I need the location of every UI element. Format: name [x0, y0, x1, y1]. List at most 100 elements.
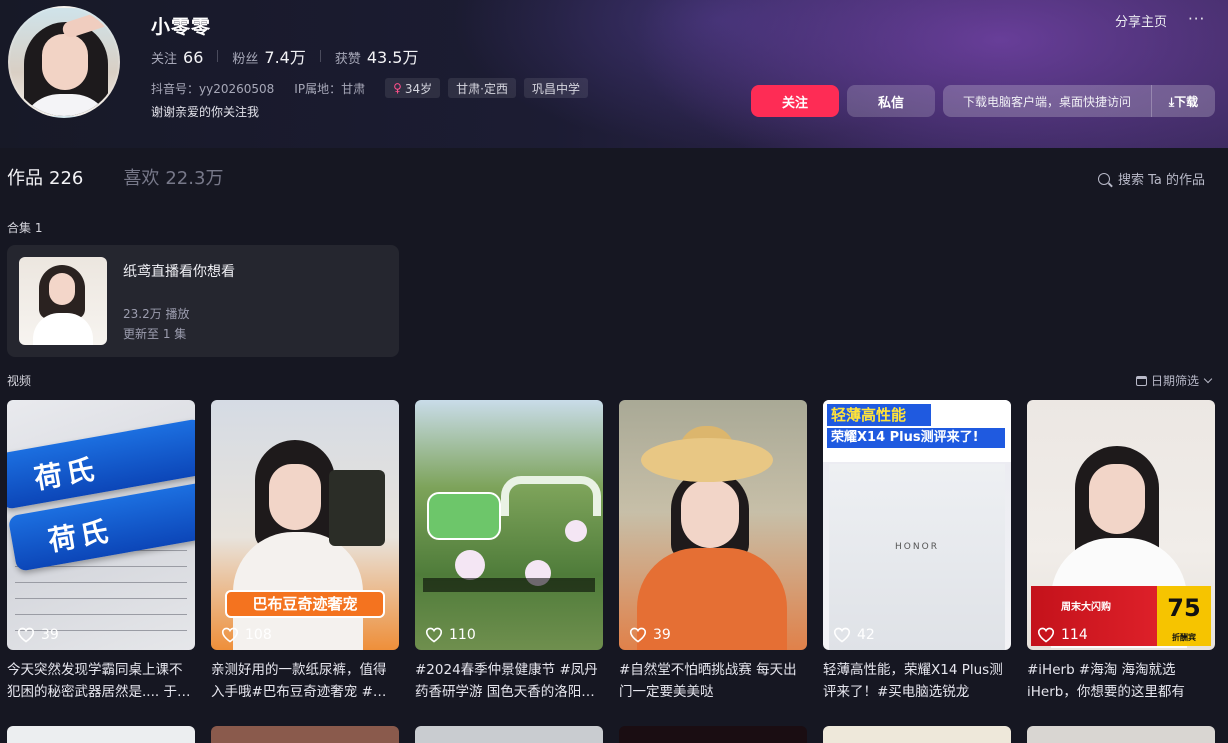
like-count: 39	[629, 627, 671, 643]
video-thumbnail[interactable]	[1027, 726, 1215, 743]
collection-card[interactable]: 纸鸢直播看你想看 23.2万 播放 更新至 1 集	[7, 245, 399, 357]
like-count: 39	[17, 627, 59, 643]
stat-label: 获赞	[334, 52, 361, 67]
divider	[217, 50, 219, 62]
video-thumbnail[interactable]: 轻薄高性能 荣耀X14 Plus测评来了! HONOR 42	[823, 400, 1011, 650]
video-title[interactable]: 亲测好用的一款纸尿裤，值得入手哦#巴布豆奇迹奢宠 #纸尿裤	[211, 659, 399, 703]
thumb-text: 荷氏	[45, 514, 115, 558]
video-title[interactable]: #iHerb #海淘 海淘就选iHerb，你想要的这里都有	[1027, 659, 1215, 703]
date-filter-dropdown[interactable]: 日期筛选	[1136, 372, 1213, 389]
download-button[interactable]: ⤓下载	[1151, 85, 1215, 117]
chevron-down-icon	[1203, 374, 1213, 384]
thumb-text: 荷氏	[31, 452, 101, 496]
search-works-button[interactable]: 搜索 Ta 的作品	[1098, 169, 1205, 188]
tab-count: 22.3万	[165, 168, 224, 189]
stat-followers[interactable]: 粉丝 7.4万	[232, 44, 305, 68]
video-title[interactable]: #2024春季仲景健康节 #凤丹药香研学游 国色天香的洛阳牡丹	[415, 659, 603, 703]
video-title[interactable]: 今天突然发现学霸同桌上课不犯困的秘密武器居然是.... 于是我也买了	[7, 659, 195, 703]
calendar-icon	[1136, 375, 1147, 386]
video-thumbnail[interactable]: 荷氏 荷氏 39	[7, 400, 195, 650]
ip-location: IP属地：甘肃	[294, 81, 366, 96]
tag-region: 甘肃·定西	[448, 78, 516, 98]
video-thumbnail[interactable]: 110	[415, 400, 603, 650]
stat-value: 66	[183, 48, 204, 67]
video-card[interactable]: 周末大闪购 75 折酬宾 114 #iHerb #海淘 海淘就选iHerb，你想要…	[1027, 400, 1215, 703]
stat-likes: 获赞 43.5万	[335, 44, 419, 68]
tag-age-label: 34岁	[404, 81, 433, 96]
tab-likes[interactable]: 喜欢 22.3万	[123, 164, 223, 190]
video-thumbnail[interactable]	[619, 726, 807, 743]
video-thumbnail[interactable]	[415, 726, 603, 743]
video-card[interactable]: 巴布豆奇迹奢宠 108 亲测好用的一款纸尿裤，值得入手哦#巴布豆奇迹奢宠 #纸尿…	[211, 400, 399, 703]
video-thumbnail[interactable]	[823, 726, 1011, 743]
tab-works[interactable]: 作品 226	[7, 164, 83, 190]
video-thumbnail[interactable]	[211, 726, 399, 743]
stat-value: 43.5万	[366, 48, 419, 67]
date-filter-label: 日期筛选	[1151, 374, 1200, 388]
collection-update: 更新至 1 集	[123, 327, 187, 341]
like-count: 110	[425, 627, 476, 643]
thumb-text: 巴布豆奇迹奢宠	[225, 590, 385, 618]
collection-title: 纸鸢直播看你想看	[123, 264, 235, 280]
like-count-value: 114	[1061, 627, 1088, 643]
more-icon[interactable]: ···	[1188, 10, 1205, 28]
stat-label: 关注	[151, 52, 178, 67]
collection-section-title: 合集 1	[7, 221, 43, 235]
heart-icon	[221, 627, 239, 643]
like-count-value: 110	[449, 627, 476, 643]
tab-count: 226	[49, 168, 84, 189]
like-count-value: 39	[41, 627, 59, 643]
nickname: 小零零	[151, 16, 212, 38]
stat-value: 7.4万	[264, 48, 306, 67]
like-count: 42	[833, 627, 875, 643]
search-icon	[1098, 172, 1110, 185]
female-icon: ♀	[393, 81, 402, 95]
video-thumbnail[interactable]: 巴布豆奇迹奢宠 108	[211, 400, 399, 650]
video-card[interactable]: 轻薄高性能 荣耀X14 Plus测评来了! HONOR 42 轻薄高性能，荣耀X…	[823, 400, 1011, 703]
video-card[interactable]: 39 #自然堂不怕晒挑战赛 每天出门一定要美美哒	[619, 400, 807, 703]
video-title[interactable]: 轻薄高性能，荣耀X14 Plus测评来了！#买电脑选锐龙	[823, 659, 1011, 703]
heart-icon	[629, 627, 647, 643]
thumb-text: 折酬宾	[1172, 633, 1196, 642]
profile-meta: 抖音号：yy20260508 IP属地：甘肃 ♀ 34岁 甘肃·定西 巩昌中学	[151, 78, 596, 98]
download-client-banner: 下载电脑客户端，桌面快捷访问 ⤓下载	[943, 85, 1215, 117]
like-count-value: 42	[857, 627, 875, 643]
collection-thumbnail	[19, 257, 107, 345]
thumb-text: 荣耀X14 Plus测评来了!	[827, 428, 1005, 448]
thumb-text: 轻薄高性能	[827, 404, 931, 426]
thumb-text: 75	[1167, 594, 1201, 622]
heart-icon	[17, 627, 35, 643]
video-thumbnail[interactable]: 39	[619, 400, 807, 650]
tab-label: 作品	[7, 168, 43, 189]
profile-bio: 谢谢亲爱的你关注我	[151, 105, 260, 119]
video-title[interactable]: #自然堂不怕晒挑战赛 每天出门一定要美美哒	[619, 659, 807, 703]
stat-following[interactable]: 关注 66	[151, 48, 203, 67]
share-profile-link[interactable]: 分享主页	[1115, 11, 1167, 30]
stat-label: 粉丝	[232, 52, 259, 67]
download-client-text: 下载电脑客户端，桌面快捷访问	[962, 94, 1131, 109]
video-thumbnail[interactable]	[7, 726, 195, 743]
search-works-label: 搜索 Ta 的作品	[1118, 173, 1206, 188]
heart-icon	[425, 627, 443, 643]
thumb-text: 周末大闪购	[1061, 602, 1111, 613]
like-count: 108	[221, 627, 272, 643]
profile-tabs: 作品 226 喜欢 22.3万	[7, 164, 263, 190]
video-card[interactable]: 110 #2024春季仲景健康节 #凤丹药香研学游 国色天香的洛阳牡丹	[415, 400, 603, 703]
video-card[interactable]: 荷氏 荷氏 39 今天突然发现学霸同桌上课不犯困的秘密武器居然是.... 于是我…	[7, 400, 195, 703]
profile-stats: 关注 66 粉丝 7.4万 获赞 43.5万	[151, 44, 433, 68]
profile-page: 小零零 关注 66 粉丝 7.4万 获赞 43.5万 抖音号：yy2026050…	[0, 0, 1228, 743]
tag-age: ♀ 34岁	[385, 78, 441, 98]
profile-header: 小零零 关注 66 粉丝 7.4万 获赞 43.5万 抖音号：yy2026050…	[0, 0, 1228, 148]
message-button[interactable]: 私信	[847, 85, 935, 117]
thumb-logo-text: HONOR	[895, 542, 939, 552]
follow-button[interactable]: 关注	[751, 85, 839, 117]
avatar[interactable]	[8, 6, 120, 118]
heart-icon	[833, 627, 851, 643]
like-count-value: 108	[245, 627, 272, 643]
heart-icon	[1037, 627, 1055, 643]
like-count-value: 39	[653, 627, 671, 643]
douyin-id: 抖音号：yy20260508	[151, 81, 275, 96]
video-thumbnail[interactable]: 周末大闪购 75 折酬宾 114	[1027, 400, 1215, 650]
tab-label: 喜欢	[123, 168, 160, 189]
like-count: 114	[1037, 627, 1088, 643]
